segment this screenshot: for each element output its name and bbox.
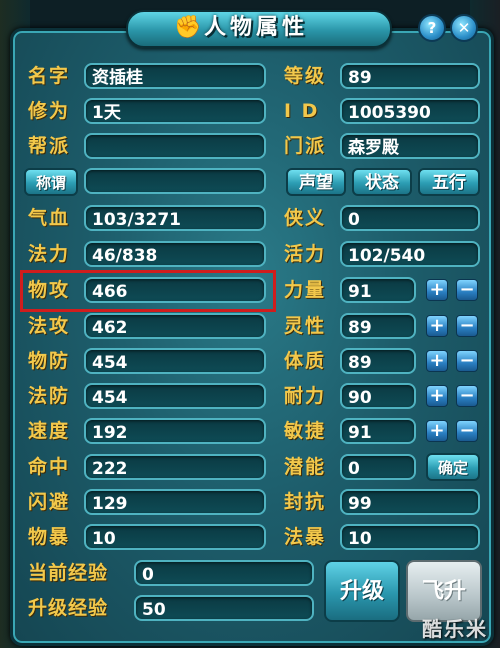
id-field: 1005390 (340, 98, 480, 124)
mag-atk-field: 462 (84, 313, 266, 339)
id-label: I D (284, 100, 320, 122)
speed-field: 192 (84, 418, 266, 444)
vitality-label: 活力 (284, 243, 327, 265)
dodge-field: 129 (84, 489, 266, 515)
vitality-field: 102/540 (340, 241, 480, 267)
level-label: 等级 (284, 65, 327, 87)
spirit-plus-button[interactable]: + (426, 315, 448, 337)
strength-field: 91 (340, 277, 416, 303)
guild-label: 帮派 (28, 135, 71, 157)
hit-field: 222 (84, 454, 266, 480)
title-field (84, 168, 266, 194)
spirit-minus-button[interactable]: − (456, 315, 478, 337)
panel-title: 人物属性 (204, 15, 309, 40)
hand-rock-icon: ✊ (174, 15, 202, 40)
agility-plus-button[interactable]: + (426, 420, 448, 442)
title-button[interactable]: 称谓 (24, 168, 78, 196)
phys-def-field: 454 (84, 348, 266, 374)
mp-field: 46/838 (84, 241, 266, 267)
endurance-field: 90 (340, 383, 416, 409)
constitution-minus-button[interactable]: − (456, 350, 478, 372)
current-exp-label: 当前经验 (28, 562, 109, 584)
constitution-label: 体质 (284, 350, 327, 372)
spirit-field: 89 (340, 313, 416, 339)
sect-label: 门派 (284, 135, 327, 157)
spirit-label: 灵性 (284, 315, 327, 337)
endurance-plus-button[interactable]: + (426, 385, 448, 407)
close-button[interactable]: ✕ (450, 14, 478, 42)
help-button[interactable]: ? (418, 14, 446, 42)
current-exp-field: 0 (134, 560, 314, 586)
potential-label: 潜能 (284, 456, 327, 478)
hit-label: 命中 (28, 456, 71, 478)
constitution-plus-button[interactable]: + (426, 350, 448, 372)
chivalry-field: 0 (340, 205, 480, 231)
mag-def-field: 454 (84, 383, 266, 409)
phys-crit-label: 物暴 (28, 526, 71, 548)
mag-atk-label: 法攻 (28, 315, 71, 337)
agility-minus-button[interactable]: − (456, 420, 478, 442)
upgrade-button[interactable]: 升级 (324, 560, 400, 622)
five-elements-button[interactable]: 五行 (418, 168, 480, 196)
name-field: 资插桂 (84, 63, 266, 89)
strength-label: 力量 (284, 279, 327, 301)
confirm-button[interactable]: 确定 (426, 453, 480, 481)
reputation-button[interactable]: 声望 (286, 168, 346, 196)
agility-field: 91 (340, 418, 416, 444)
phys-crit-field: 10 (84, 524, 266, 550)
upgrade-exp-field: 50 (134, 595, 314, 621)
cultivation-field: 1天 (84, 98, 266, 124)
chivalry-label: 侠义 (284, 207, 327, 229)
endurance-label: 耐力 (284, 385, 327, 407)
phys-atk-label: 物攻 (28, 279, 71, 301)
constitution-field: 89 (340, 348, 416, 374)
mag-crit-field: 10 (340, 524, 480, 550)
watermark: 酷乐米 (422, 617, 488, 641)
agility-label: 敏捷 (284, 420, 327, 442)
strength-plus-button[interactable]: + (426, 279, 448, 301)
mp-label: 法力 (28, 243, 71, 265)
potential-field: 0 (340, 454, 416, 480)
mag-crit-label: 法暴 (284, 526, 327, 548)
level-field: 89 (340, 63, 480, 89)
sect-field: 森罗殿 (340, 133, 480, 159)
endurance-minus-button[interactable]: − (456, 385, 478, 407)
seal-resist-label: 封抗 (284, 491, 327, 513)
phys-def-label: 物防 (28, 350, 71, 372)
hp-field: 103/3271 (84, 205, 266, 231)
status-button[interactable]: 状态 (352, 168, 412, 196)
name-label: 名字 (28, 65, 71, 87)
guild-field (84, 133, 266, 159)
hp-label: 气血 (28, 207, 71, 229)
seal-resist-field: 99 (340, 489, 480, 515)
cultivation-label: 修为 (28, 100, 71, 122)
upgrade-exp-label: 升级经验 (28, 597, 109, 619)
mag-def-label: 法防 (28, 385, 71, 407)
strength-minus-button[interactable]: − (456, 279, 478, 301)
speed-label: 速度 (28, 420, 71, 442)
phys-atk-field: 466 (84, 277, 266, 303)
dodge-label: 闪避 (28, 491, 71, 513)
